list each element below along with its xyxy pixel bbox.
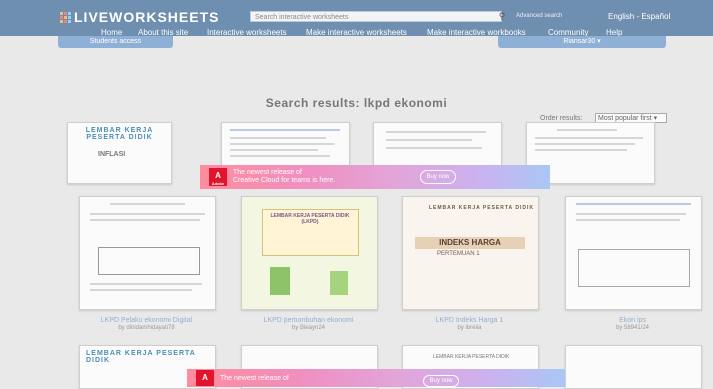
thumb-subtitle: INFLASI — [98, 151, 126, 158]
worksheet-thumb-1[interactable]: LEMBAR KERJA PESERTA DIDIK INFLASI — [67, 122, 172, 184]
ad-text: The newest release of Creative Cloud for … — [233, 169, 336, 184]
worksheet-caption-8[interactable]: Ekon ips — [565, 317, 700, 324]
advanced-search-link[interactable]: Advanced search — [516, 13, 562, 19]
worksheet-author-6[interactable]: by Bleayn24 — [241, 325, 376, 331]
thumb-title: LEMBAR KERJA PESERTA DIDIK — [86, 350, 196, 364]
students-access-button[interactable]: Students access — [58, 36, 173, 48]
thumb-banner: INDEKS HARGA — [415, 237, 525, 249]
user-menu-button[interactable]: Riansar30 ▾ — [498, 36, 666, 48]
page-title: Search results: lkpd ekonomi — [265, 96, 448, 110]
nav-make-worksheets[interactable]: Make interactive worksheets — [306, 28, 407, 37]
logo-text: LIVEWORKSHEETS — [74, 9, 220, 25]
adobe-logo-icon: A Adobe — [209, 168, 227, 186]
top-navigation-bar: LIVEWORKSHEETS Search interactive worksh… — [0, 0, 713, 37]
worksheet-thumb-12[interactable] — [565, 345, 702, 389]
thumb-subtitle: PERTEMUAN 1 — [437, 251, 480, 257]
order-label: Order results: — [540, 115, 583, 122]
logo-icon — [60, 11, 71, 23]
ad-buy-button[interactable]: Buy now — [420, 170, 456, 184]
worksheet-author-7[interactable]: by ibrelia — [402, 325, 537, 331]
worksheet-author-8[interactable]: by 58941/24 — [565, 325, 700, 331]
adobe-ad-banner[interactable]: A Adobe The newest release of Creative Clo… — [200, 165, 550, 189]
adobe-ad-banner-bottom[interactable]: A The newest release of Buy now — [187, 369, 565, 387]
worksheet-caption-6[interactable]: LKPD pertumbuhan ekonomi — [241, 317, 376, 324]
site-logo[interactable]: LIVEWORKSHEETS — [60, 9, 219, 25]
ad-text: The newest release of — [220, 375, 289, 382]
thumb-title: LEMBAR KERJA PESERTA DIDIK — [85, 127, 154, 141]
ad-buy-button[interactable]: Buy now — [423, 375, 459, 387]
worksheet-caption-7[interactable]: LKPD Indeks Harga 1 — [402, 317, 537, 324]
adobe-logo-icon: A — [196, 370, 214, 386]
thumb-title: LEMBAR KERJA PESERTA DIDIK (LKPD) — [270, 213, 350, 225]
worksheet-thumb-6[interactable]: LEMBAR KERJA PESERTA DIDIK (LKPD) — [241, 196, 378, 310]
worksheet-caption-5[interactable]: LKPD Pelaku ekonomi Digital — [79, 317, 214, 324]
worksheet-thumb-7[interactable]: LEMBAR KERJA PESERTA DIDIK INDEKS HARGA … — [402, 196, 539, 310]
thumb-title: LEMBAR KERJA PESERTA DIDIK — [433, 354, 510, 360]
nav-interactive-worksheets[interactable]: Interactive worksheets — [207, 28, 287, 37]
search-input[interactable]: Search interactive worksheets — [250, 11, 502, 22]
worksheet-thumb-8[interactable] — [565, 196, 702, 310]
search-icon[interactable]: ⚲ — [496, 11, 508, 22]
thumb-title: LEMBAR KERJA PESERTA DIDIK — [429, 205, 534, 211]
worksheet-thumb-5[interactable] — [79, 196, 216, 310]
worksheet-author-5[interactable]: by dinidamhidayati78 — [79, 325, 214, 331]
language-switch[interactable]: English - Español — [608, 12, 670, 21]
